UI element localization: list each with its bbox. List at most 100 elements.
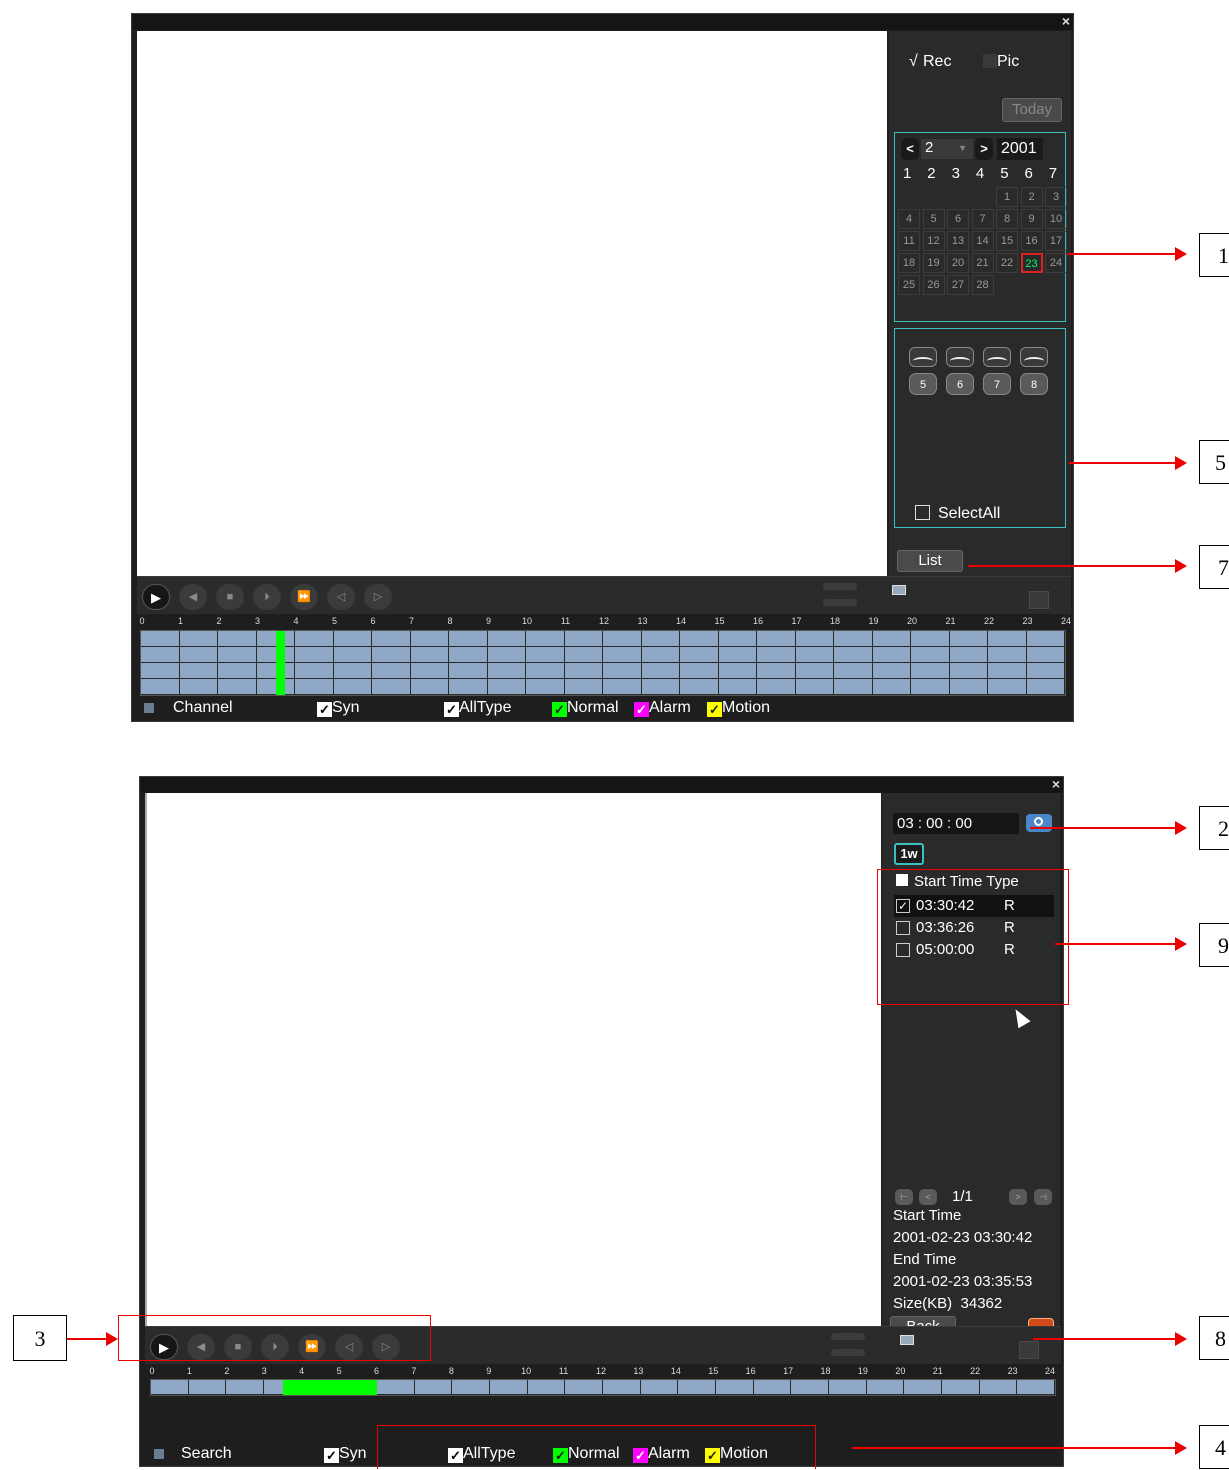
timeline-cell[interactable] xyxy=(372,679,411,695)
last-page-button[interactable]: ⊣ xyxy=(1034,1189,1052,1205)
timeline-cell[interactable] xyxy=(527,1380,566,1395)
step-back-button[interactable]: ◀ xyxy=(179,584,207,610)
search-magnifier-icon[interactable] xyxy=(1026,814,1052,832)
channel-8-button[interactable]: 8 xyxy=(1020,373,1048,395)
timeline-cell[interactable] xyxy=(834,647,873,663)
timeline-cell[interactable] xyxy=(641,663,680,679)
timeline-cell[interactable] xyxy=(414,1380,453,1395)
timeline-cell[interactable] xyxy=(410,631,449,647)
fullscreen-icon[interactable] xyxy=(1029,591,1049,609)
timeline-cell[interactable] xyxy=(716,1380,754,1395)
timeline-cell[interactable] xyxy=(226,1380,264,1395)
timeline-cell[interactable] xyxy=(911,663,950,679)
timeline-cell[interactable] xyxy=(487,679,526,695)
timeline-cell[interactable] xyxy=(829,1380,867,1395)
timeline-cell[interactable] xyxy=(988,679,1027,695)
timeline-cell[interactable] xyxy=(526,631,565,647)
timeline-cell[interactable] xyxy=(603,631,642,647)
timeline-cell[interactable] xyxy=(565,1380,603,1395)
close-icon[interactable]: × xyxy=(1062,13,1070,29)
timeline-cell[interactable] xyxy=(1026,663,1065,679)
motion-checkbox[interactable]: ✓ Motion xyxy=(707,699,770,717)
timeline-cell[interactable] xyxy=(988,663,1027,679)
timeline-cell[interactable] xyxy=(449,631,488,647)
timeline-cell[interactable] xyxy=(179,647,218,663)
calendar-day[interactable]: 25 xyxy=(898,275,920,295)
timeline-cell[interactable] xyxy=(949,631,988,647)
zoom-in-bar[interactable] xyxy=(823,583,857,590)
timeline-cell[interactable] xyxy=(603,663,642,679)
timeline-cell[interactable] xyxy=(680,679,719,695)
timeline-cell[interactable] xyxy=(949,663,988,679)
calendar-day[interactable]: 1 xyxy=(996,187,1018,207)
timeline-cell[interactable] xyxy=(872,647,911,663)
timeline-cell[interactable] xyxy=(1017,1380,1055,1395)
timeline-cell[interactable] xyxy=(141,663,180,679)
rec-checkbox[interactable]: √ Rec xyxy=(909,53,951,71)
timeline-grid[interactable] xyxy=(140,630,1066,696)
timeline-cell[interactable] xyxy=(603,679,642,695)
video-area-2[interactable] xyxy=(145,793,881,1326)
timeline-cell[interactable] xyxy=(526,647,565,663)
prev-frame-button[interactable]: ◁ xyxy=(327,584,355,610)
pic-checkbox[interactable]: Pic xyxy=(983,53,1019,71)
timeline-cell[interactable] xyxy=(904,1380,942,1395)
timeline-cell[interactable] xyxy=(872,679,911,695)
timeline-cell[interactable] xyxy=(834,663,873,679)
timeline-cell[interactable] xyxy=(490,1380,528,1395)
syn-checkbox[interactable]: ✓ Syn xyxy=(317,699,360,717)
channel-5-button[interactable]: 5 xyxy=(909,373,937,395)
timeline-cell[interactable] xyxy=(866,1380,905,1395)
snapshot-icon[interactable] xyxy=(900,1335,914,1345)
normal-record-segment[interactable] xyxy=(275,631,285,695)
timeline-cell[interactable] xyxy=(872,663,911,679)
timeline-cell[interactable] xyxy=(218,679,257,695)
calendar-day[interactable]: 5 xyxy=(922,209,945,229)
timeline-cell[interactable] xyxy=(791,1380,829,1395)
channel-1-button[interactable] xyxy=(909,347,937,367)
syn-checkbox-2[interactable]: ✓ Syn xyxy=(324,1445,367,1463)
calendar-day[interactable]: 26 xyxy=(922,275,945,295)
timeline-cell[interactable] xyxy=(757,647,796,663)
calendar-day[interactable]: 3 xyxy=(1045,187,1067,207)
timeline-cell[interactable] xyxy=(295,679,334,695)
timeline-cell[interactable] xyxy=(218,647,257,663)
close-icon[interactable]: × xyxy=(1052,776,1060,792)
calendar-day[interactable]: 18 xyxy=(898,253,920,273)
zoom-in-bar[interactable] xyxy=(831,1333,865,1340)
timeline-cell[interactable] xyxy=(911,647,950,663)
calendar-day[interactable]: 2 xyxy=(1020,187,1043,207)
timeline-cell[interactable] xyxy=(757,631,796,647)
first-page-button[interactable]: ⊢ xyxy=(895,1189,913,1205)
timeline-cell[interactable] xyxy=(641,647,680,663)
timeline-cell[interactable] xyxy=(564,647,603,663)
next-page-button[interactable]: > xyxy=(1009,1189,1027,1205)
timeline-cell[interactable] xyxy=(911,631,950,647)
channel-2-button[interactable] xyxy=(946,347,974,367)
timeline-cell[interactable] xyxy=(680,663,719,679)
timeline-cell[interactable] xyxy=(911,679,950,695)
timeline-cell[interactable] xyxy=(718,679,757,695)
timeline-cell[interactable] xyxy=(795,631,834,647)
timeline-cell[interactable] xyxy=(218,663,257,679)
video-area[interactable] xyxy=(137,31,887,576)
calendar-day[interactable]: 9 xyxy=(1020,209,1043,229)
timeline-cell[interactable] xyxy=(564,663,603,679)
timeline-cell[interactable] xyxy=(949,679,988,695)
calendar-day[interactable]: 28 xyxy=(971,275,994,295)
timeline-cell[interactable] xyxy=(372,631,411,647)
timeline-cell[interactable] xyxy=(834,631,873,647)
timeline-cell[interactable] xyxy=(487,647,526,663)
timeline-cell[interactable] xyxy=(410,679,449,695)
timeline-cell[interactable] xyxy=(179,631,218,647)
calendar-day[interactable]: 16 xyxy=(1020,231,1043,251)
next-month-button[interactable]: > xyxy=(975,138,993,160)
calendar-day[interactable]: 7 xyxy=(971,209,994,229)
span-1w-button[interactable]: 1w xyxy=(894,843,924,865)
calendar-day[interactable]: 20 xyxy=(947,253,969,273)
calendar-day[interactable]: 21 xyxy=(971,253,994,273)
calendar-day[interactable]: 19 xyxy=(922,253,945,273)
timeline-grid-2[interactable] xyxy=(150,1379,1056,1396)
timeline-cell[interactable] xyxy=(377,1380,415,1395)
today-button[interactable]: Today xyxy=(1002,98,1062,122)
